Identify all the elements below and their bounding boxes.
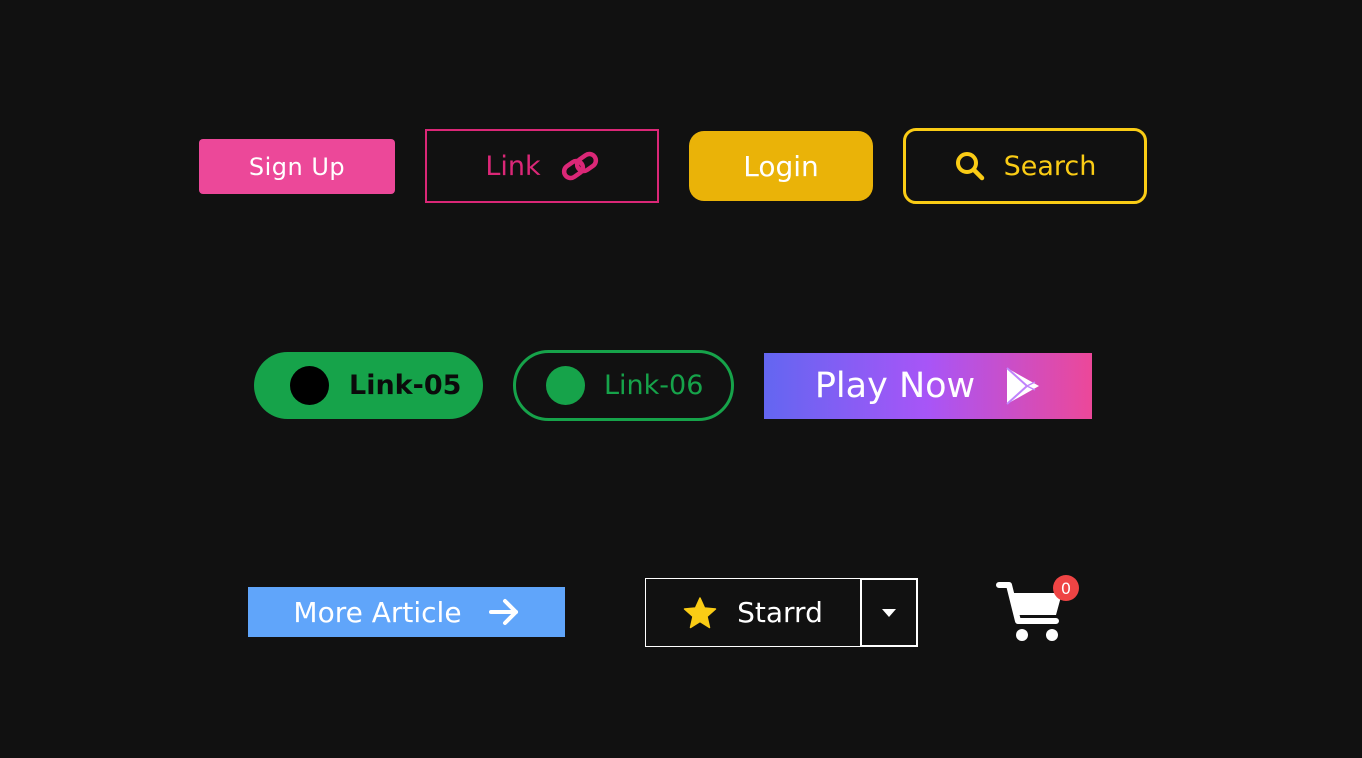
star-icon bbox=[683, 596, 717, 629]
sign-up-label: Sign Up bbox=[248, 152, 346, 181]
sign-up-button[interactable]: Sign Up bbox=[199, 139, 395, 194]
more-article-label: More Article bbox=[293, 595, 462, 629]
starred-dropdown-toggle[interactable] bbox=[860, 578, 918, 647]
search-label: Search bbox=[1003, 150, 1097, 182]
link-05-label: Link-05 bbox=[349, 370, 462, 401]
button-showcase: Sign Up Link Login Search Link-05 Link-0… bbox=[0, 0, 1362, 758]
play-store-icon bbox=[1005, 366, 1041, 406]
link-06-button[interactable]: Link-06 bbox=[513, 350, 734, 421]
starred-button[interactable]: Starrd bbox=[645, 578, 861, 647]
login-label: Login bbox=[743, 149, 819, 183]
link-06-label: Link-06 bbox=[604, 370, 704, 401]
login-button[interactable]: Login bbox=[689, 131, 873, 201]
search-button[interactable]: Search bbox=[903, 128, 1147, 204]
dot-icon bbox=[546, 366, 585, 405]
cart-count-badge: 0 bbox=[1053, 575, 1079, 601]
link-label: Link bbox=[485, 150, 541, 182]
caret-down-icon bbox=[881, 608, 897, 618]
link-icon bbox=[561, 151, 599, 181]
search-icon bbox=[954, 150, 986, 182]
play-now-label: Play Now bbox=[814, 366, 976, 406]
dot-icon bbox=[290, 366, 329, 405]
arrow-right-icon bbox=[488, 598, 520, 626]
starred-label: Starrd bbox=[737, 596, 823, 629]
link-05-button[interactable]: Link-05 bbox=[254, 352, 483, 419]
more-article-button[interactable]: More Article bbox=[248, 587, 565, 637]
link-button[interactable]: Link bbox=[425, 129, 659, 203]
play-now-button[interactable]: Play Now bbox=[764, 353, 1092, 419]
